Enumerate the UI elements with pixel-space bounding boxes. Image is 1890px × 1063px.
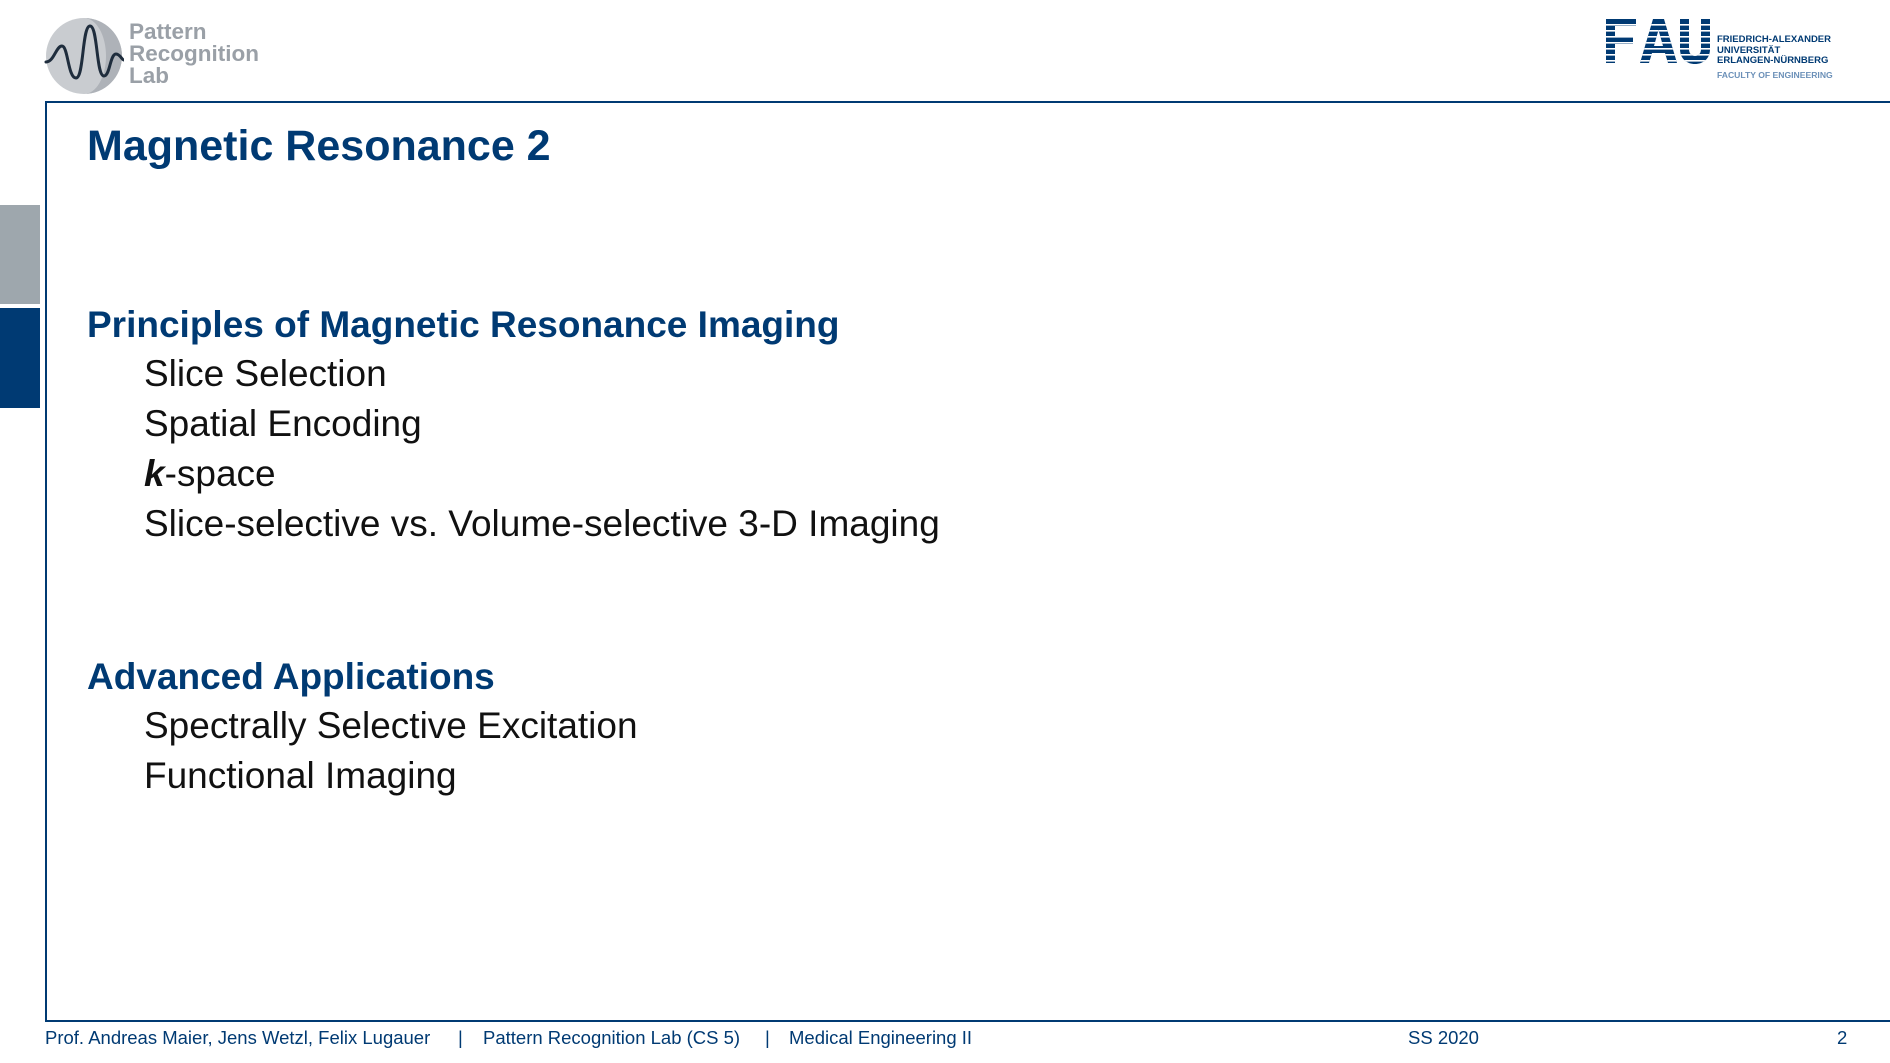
fau-logo: FRIEDRICH-ALEXANDER UNIVERSITÄT ERLANGEN-N… <box>1606 17 1846 87</box>
footer-authors: Prof. Andreas Maier, Jens Wetzl, Felix L… <box>45 1027 431 1048</box>
section-heading-advanced: Advanced Applications <box>87 656 495 697</box>
list-item: Slice-selective vs. Volume-selective 3-D… <box>144 503 940 544</box>
frame-top-line <box>45 101 1890 103</box>
pattern-recognition-lab-logo: Pattern Recognition Lab <box>44 16 274 98</box>
lab-logo-line3: Lab <box>129 63 170 88</box>
footer-page-number: 2 <box>1837 1027 1848 1048</box>
list-item: Functional Imaging <box>144 755 457 796</box>
fau-wordmark-icon <box>1606 19 1710 64</box>
fau-line1: FRIEDRICH-ALEXANDER <box>1717 34 1831 45</box>
frame-left-line <box>45 101 47 1021</box>
list-item: Spectrally Selective Excitation <box>144 705 638 746</box>
fau-line3: ERLANGEN-NÜRNBERG <box>1717 55 1829 67</box>
slide-title: Magnetic Resonance 2 <box>87 122 551 170</box>
k-space-suffix: -space <box>164 453 276 494</box>
fau-name: FRIEDRICH-ALEXANDER UNIVERSITÄT ERLANGEN-N… <box>1717 34 1831 67</box>
side-marker-blue <box>0 308 40 408</box>
footer-separator: | <box>765 1027 770 1048</box>
list-item: Slice Selection <box>144 353 387 394</box>
section-list-principles: Slice Selection Spatial Encoding k-space… <box>144 349 940 549</box>
list-item: k-space <box>144 449 940 499</box>
list-item: Spatial Encoding <box>144 403 422 444</box>
lab-logo-emblem-icon <box>44 18 124 94</box>
fau-faculty: FACULTY OF ENGINEERING <box>1717 70 1833 80</box>
lab-logo-line1: Pattern <box>129 19 207 44</box>
side-marker-grey <box>0 205 40 304</box>
footer-semester: SS 2020 <box>1408 1027 1479 1048</box>
k-symbol: k <box>144 453 165 494</box>
section-heading-principles: Principles of Magnetic Resonance Imaging <box>87 304 840 345</box>
footer-course: Medical Engineering II <box>789 1027 973 1048</box>
frame-bottom-line <box>45 1020 1890 1022</box>
footer-lab: Pattern Recognition Lab (CS 5) <box>483 1027 741 1048</box>
section-list-advanced: Spectrally Selective Excitation Function… <box>144 701 638 801</box>
lab-logo-line2: Recognition <box>129 41 259 66</box>
footer-separator: | <box>458 1027 463 1048</box>
lab-logo-text: Pattern Recognition Lab <box>129 19 259 88</box>
